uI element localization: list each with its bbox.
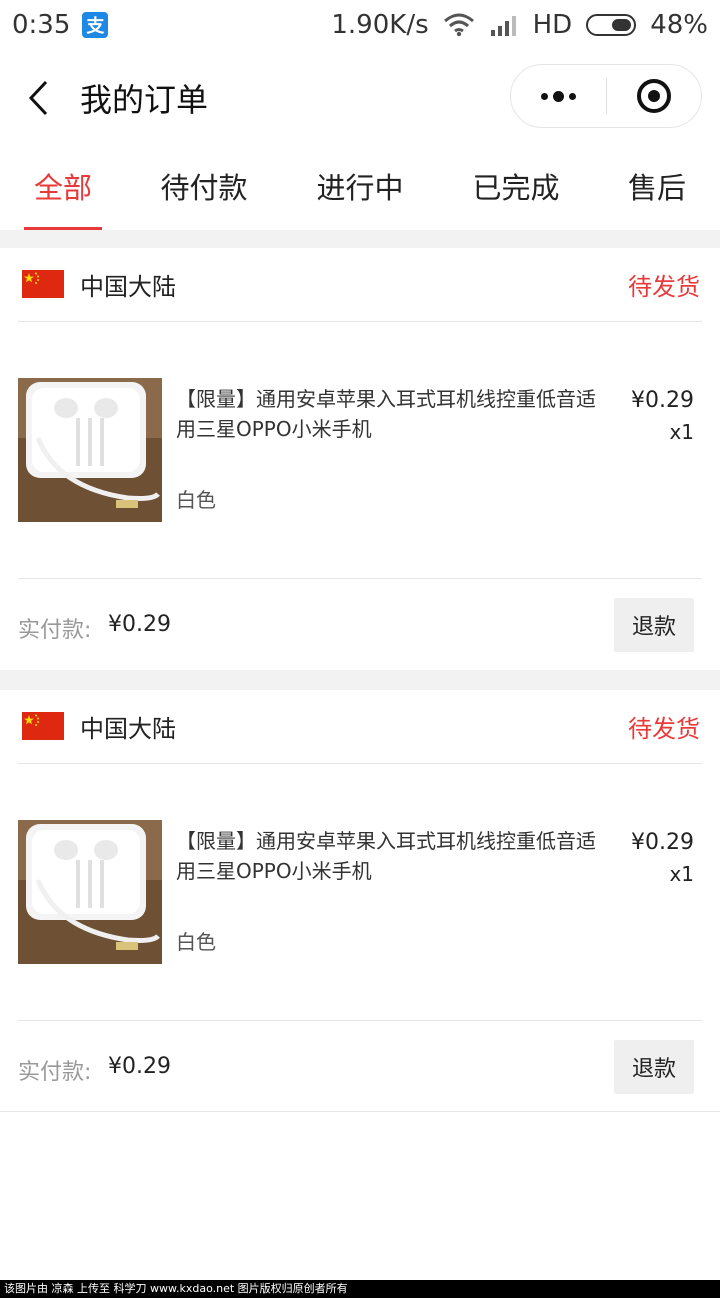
product-price: ¥0.29	[631, 388, 694, 413]
network-speed: 1.90K/s	[331, 10, 429, 40]
product-thumbnail[interactable]	[18, 378, 162, 522]
paid-amount: ¥0.29	[108, 612, 171, 637]
product-quantity: x1	[669, 420, 694, 444]
battery-percent: 48%	[650, 10, 708, 40]
paid-label: 实付款:	[18, 1060, 92, 1085]
product-spec: 白色	[176, 930, 216, 954]
battery-icon	[586, 14, 637, 36]
tab-completed[interactable]: 已完成	[468, 142, 564, 230]
paid-label: 实付款:	[18, 618, 92, 643]
china-flag-icon	[22, 712, 64, 740]
product-name[interactable]: 【限量】通用安卓苹果入耳式耳机线控重低音适用三星OPPO小米手机	[176, 384, 606, 444]
back-arrow-icon[interactable]	[26, 80, 52, 116]
tab-label: 售后	[627, 171, 686, 205]
status-bar: 0:35 支 1.90K/s HD 48%	[0, 0, 720, 50]
hd-label: HD	[532, 10, 573, 40]
tab-label: 进行中	[316, 171, 404, 205]
divider	[18, 321, 702, 322]
watermark-bar: 该图片由 凉森 上传至 科学刀 www.kxdao.net 图片版权归原创者所有	[0, 1280, 720, 1298]
tab-in-progress[interactable]: 进行中	[312, 142, 408, 230]
product-price: ¥0.29	[631, 830, 694, 855]
divider	[18, 763, 702, 764]
tab-label: 已完成	[472, 171, 560, 205]
order-status: 待发货	[628, 273, 700, 301]
refund-button[interactable]: 退款	[614, 1040, 694, 1094]
alipay-icon: 支	[82, 12, 109, 38]
close-mini-program-icon[interactable]	[607, 65, 701, 127]
signal-icon	[490, 16, 516, 36]
section-gap	[0, 230, 720, 248]
tab-all[interactable]: 全部	[24, 142, 102, 230]
product-quantity: x1	[669, 862, 694, 886]
shipping-region: 中国大陆	[80, 273, 176, 301]
refund-button[interactable]: 退款	[614, 598, 694, 652]
divider	[18, 578, 702, 579]
order-card[interactable]: 中国大陆 待发货 【限量】通用安卓苹果入耳式耳机线控重低音适用三星OPPO小米手…	[0, 690, 720, 1112]
nav-bar: 我的订单	[0, 50, 720, 142]
product-spec: 白色	[176, 488, 216, 512]
wifi-icon	[443, 13, 474, 37]
mini-program-capsule	[510, 64, 702, 128]
product-thumbnail[interactable]	[18, 820, 162, 964]
tab-after-sales[interactable]: 售后	[622, 142, 692, 230]
page-title: 我的订单	[80, 81, 209, 119]
product-name[interactable]: 【限量】通用安卓苹果入耳式耳机线控重低音适用三星OPPO小米手机	[176, 826, 606, 886]
divider	[18, 1020, 702, 1021]
china-flag-icon	[22, 270, 64, 298]
tab-label: 全部	[33, 171, 92, 205]
order-card-header: 中国大陆 待发货	[0, 248, 720, 322]
paid-amount: ¥0.29	[108, 1054, 171, 1079]
shipping-region: 中国大陆	[80, 715, 176, 743]
more-options-icon[interactable]	[511, 65, 606, 127]
tab-pending-payment[interactable]: 待付款	[156, 142, 252, 230]
order-card-header: 中国大陆 待发货	[0, 690, 720, 764]
section-gap	[0, 670, 720, 690]
order-tabs: 全部 待付款 进行中 已完成 售后	[0, 142, 720, 230]
status-time: 0:35	[12, 10, 71, 40]
order-status: 待发货	[628, 715, 700, 743]
order-card[interactable]: 中国大陆 待发货 【限量】通用安卓苹果入耳式耳机线控重低音适用三星OPPO小米手…	[0, 248, 720, 670]
tab-label: 待付款	[160, 171, 248, 205]
